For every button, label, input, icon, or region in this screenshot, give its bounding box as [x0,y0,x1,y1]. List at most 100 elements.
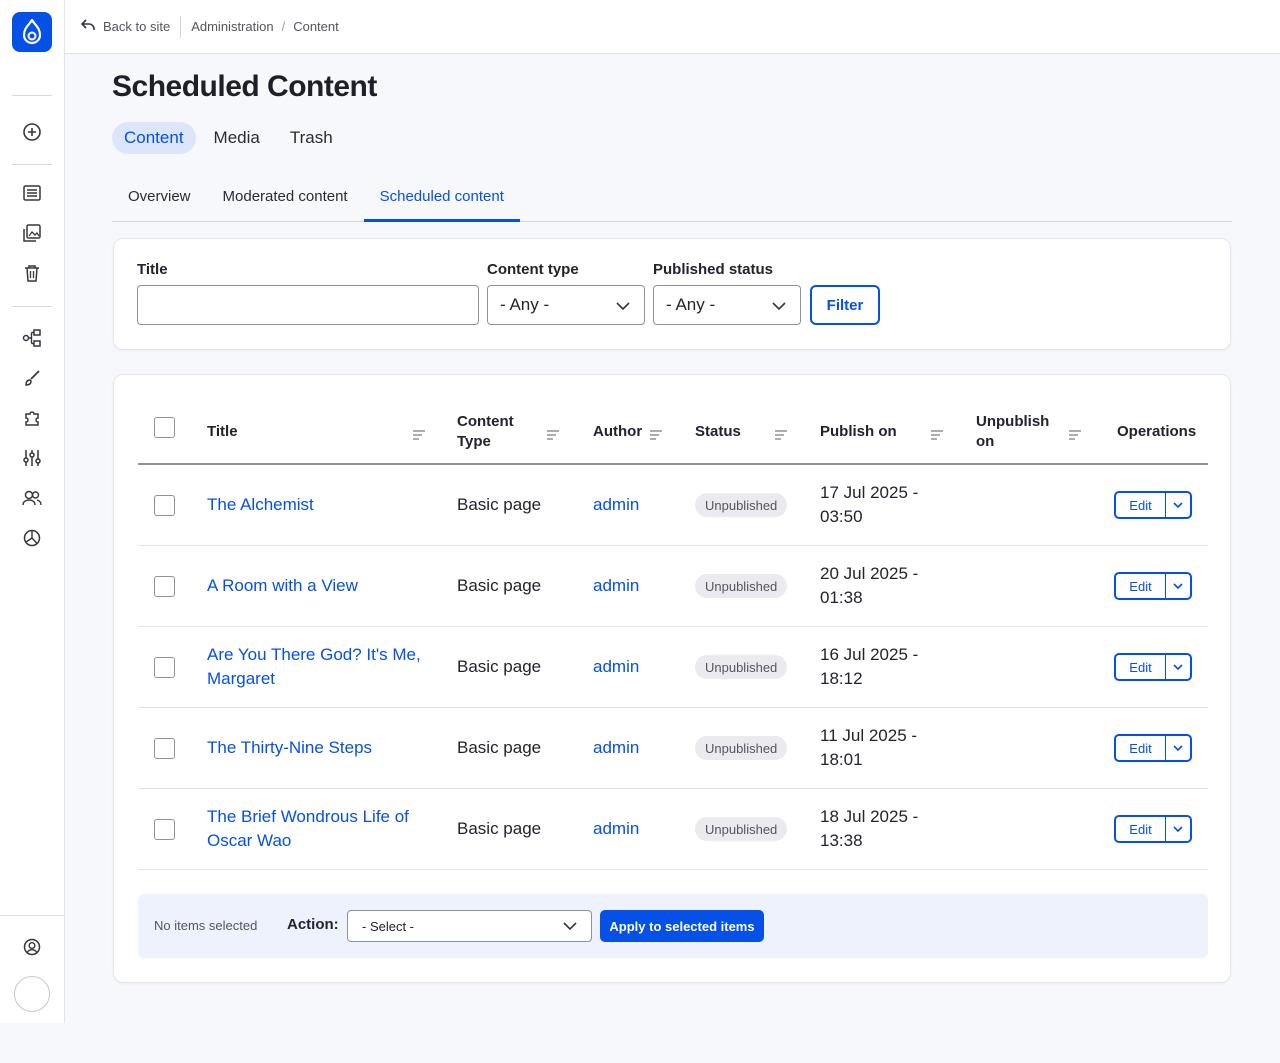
row-title-link[interactable]: Are You There God? It's Me, Margaret [207,643,421,691]
sort-icon[interactable] [413,427,425,440]
row-title-link[interactable]: The Thirty-Nine Steps [207,736,372,760]
structure-icon[interactable] [20,326,44,350]
row-checkbox[interactable] [154,819,175,840]
row-publish-on: 17 Jul 2025 - 03:50 [820,481,918,529]
chevron-down-icon [1173,826,1183,832]
row-publish-on-line: 20 Jul 2025 - [820,564,919,583]
select-all-checkbox[interactable] [154,417,175,438]
column-header-publish-on[interactable]: Publish on [820,422,897,442]
column-header-content-type[interactable]: Content Type [457,412,514,452]
people-icon[interactable] [20,486,44,510]
configuration-icon[interactable] [20,446,44,470]
row-title-link[interactable]: The Alchemist [207,493,314,517]
edit-button[interactable]: Edit [1116,817,1166,841]
row-author-link[interactable]: admin [593,736,639,760]
bulk-selection-status: No items selected [154,918,258,933]
row-operations: Edit [1114,815,1192,843]
tab-scheduled-content[interactable]: Scheduled content [363,174,520,222]
row-content-type: Basic page [457,738,542,757]
user-account-icon[interactable] [20,935,44,959]
tab-trash[interactable]: Trash [278,122,345,154]
row-title-line: A Room with a View [207,576,358,595]
admin-sidebar [0,0,65,1023]
page-title: Scheduled Content [112,70,377,103]
edit-button[interactable]: Edit [1116,736,1166,760]
operations-dropdown-toggle[interactable] [1166,817,1190,841]
sidebar-divider [12,306,52,307]
bulk-action-select[interactable]: - Select - [347,910,592,942]
row-checkbox[interactable] [154,738,175,759]
apply-to-selected-button[interactable]: Apply to selected items [600,910,764,942]
avatar[interactable] [14,976,50,1012]
edit-button[interactable]: Edit [1116,574,1166,598]
row-checkbox[interactable] [154,657,175,678]
reports-icon[interactable] [20,526,44,550]
tab-content[interactable]: Content [112,122,196,154]
row-publish-on-line: 01:38 [820,588,863,607]
published-status-select[interactable]: - Any - [653,285,801,325]
column-header-status[interactable]: Status [695,422,741,442]
row-publish-on-line: 13:38 [820,831,863,850]
row-operations: Edit [1114,572,1192,600]
breadcrumb-administration[interactable]: Administration [191,19,273,34]
sort-icon[interactable] [1069,427,1081,440]
sort-icon[interactable] [775,427,787,440]
title-filter-label: Title [137,261,168,278]
operations-dropdown-toggle[interactable] [1166,574,1190,598]
row-title-link[interactable]: A Room with a View [207,574,358,598]
row-content-type: Basic page [457,576,542,595]
status-badge: Unpublished [695,655,788,679]
row-title-line: The Brief Wondrous Life of [207,807,409,826]
edit-button[interactable]: Edit [1116,493,1166,517]
table-row: The Alchemist Basic page admin Unpublish… [138,465,1208,546]
back-arrow-icon [80,19,95,34]
row-checkbox[interactable] [154,495,175,516]
row-title-line: Oscar Wao [207,831,292,850]
sort-icon[interactable] [650,427,662,440]
column-header-unpublish-on[interactable]: Unpublish on [976,412,1049,452]
row-publish-on-line: 16 Jul 2025 - [820,645,919,664]
operations-dropdown-toggle[interactable] [1166,493,1190,517]
content-icon[interactable] [20,181,44,205]
chevron-down-icon [1173,583,1183,589]
primary-tabs: Content Media Trash [112,122,345,154]
sidebar-divider [12,164,52,165]
sort-icon[interactable] [931,427,943,440]
row-author-link[interactable]: admin [593,655,639,679]
media-icon[interactable] [20,221,44,245]
row-title-link[interactable]: The Brief Wondrous Life of Oscar Wao [207,805,409,853]
row-publish-on-line: 03:50 [820,507,863,526]
tab-overview[interactable]: Overview [112,174,207,222]
operations-dropdown-toggle[interactable] [1166,655,1190,679]
row-author-link[interactable]: admin [593,574,639,598]
tab-media[interactable]: Media [202,122,272,154]
drupal-logo-icon[interactable] [12,12,52,52]
sidebar-divider [0,915,64,916]
breadcrumb-content[interactable]: Content [293,19,339,34]
row-author-link[interactable]: admin [593,493,639,517]
edit-button[interactable]: Edit [1116,655,1166,679]
title-filter-input[interactable] [137,285,479,325]
appearance-icon[interactable] [20,366,44,390]
tab-moderated-content[interactable]: Moderated content [207,174,364,222]
content-type-select-value: - Any - [500,295,550,314]
row-content-type: Basic page [457,657,542,676]
back-to-site-link[interactable]: Back to site [80,15,182,38]
row-title-line: Are You There God? It's Me, [207,645,421,664]
operations-dropdown-toggle[interactable] [1166,736,1190,760]
table-row: The Brief Wondrous Life of Oscar Wao Basi… [138,789,1208,870]
row-author-link[interactable]: admin [593,817,639,841]
trash-icon[interactable] [20,261,44,285]
column-header-author[interactable]: Author [593,422,642,442]
row-checkbox[interactable] [154,576,175,597]
table-header: Title Content Type Author Status Publish … [138,399,1208,465]
row-operations: Edit [1114,653,1192,681]
content-type-select[interactable]: - Any - [487,285,645,325]
extend-icon[interactable] [20,406,44,430]
column-header-operations: Operations [1117,423,1197,440]
top-bar: Back to site Administration / Content [65,0,1280,54]
column-header-title[interactable]: Title [207,422,238,442]
add-content-icon[interactable] [20,120,44,144]
filter-button[interactable]: Filter [810,285,880,325]
sort-icon[interactable] [547,427,559,440]
